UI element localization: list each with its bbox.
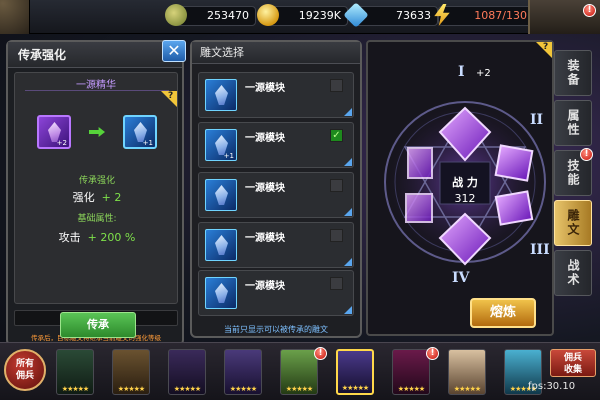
- gold-coin-icon: [257, 4, 279, 26]
- tab-equipment[interactable]: 装备: [554, 50, 592, 96]
- smelt-button[interactable]: 熔炼: [470, 298, 536, 328]
- menu-corner-button[interactable]: [0, 0, 30, 34]
- slot-numeral-1: I: [458, 64, 465, 80]
- source-rune-slot[interactable]: +2: [37, 115, 71, 149]
- module-crystal-icon: [205, 79, 237, 111]
- all-heroes-button[interactable]: 所有 佣兵: [4, 349, 46, 391]
- power-value: 312: [454, 192, 476, 205]
- wood-value: 253470: [207, 9, 249, 22]
- tab-runes[interactable]: 雕文: [554, 200, 592, 246]
- hero-portrait[interactable]: ★★★★★: [112, 349, 150, 395]
- corner-marker: [344, 208, 352, 216]
- gold-resource: 19239K: [257, 4, 348, 26]
- wood-icon: [165, 4, 187, 26]
- skills-notification-badge: !: [580, 148, 593, 161]
- inherit-detail-box: 一源精华 ? +2 +1 传承强化 强化 + 2 基础属性: 攻击 + 200 …: [14, 72, 178, 304]
- gold-value: 19239K: [298, 9, 341, 22]
- corner-marker: [344, 306, 352, 314]
- hero-collection-button[interactable]: 佣兵 收集: [550, 349, 596, 377]
- hero-portrait-selected[interactable]: ★★★★★: [336, 349, 374, 395]
- fps-counter: fps:30.10: [528, 381, 576, 392]
- module-checkbox[interactable]: [330, 79, 343, 92]
- top-right-menu-button[interactable]: !: [528, 0, 600, 34]
- module-crystal-icon: [205, 179, 237, 211]
- divider: [25, 90, 169, 91]
- energy-value: 1087/130: [474, 9, 527, 22]
- slot-numeral-3: III: [530, 242, 550, 258]
- inherit-enhance-panel: 传承强化 ✕ 一源精华 ? +2 +1 传承强化 强化 + 2 基础属性: 攻击…: [6, 40, 186, 346]
- energy-resource: 1087/130: [434, 4, 534, 26]
- gem-value: 73633: [396, 9, 431, 22]
- corner-marker: [344, 108, 352, 116]
- module-row[interactable]: +1 一源模块 ✓: [198, 122, 354, 168]
- module-label: 一源模块: [245, 83, 285, 94]
- inherit-button[interactable]: 传承: [60, 312, 136, 338]
- module-row[interactable]: 一源模块: [198, 270, 354, 316]
- target-level: +1: [142, 139, 153, 147]
- close-button[interactable]: ✕: [162, 40, 186, 62]
- strengthen-line: 强化 + 2: [72, 191, 122, 204]
- tab-tactics[interactable]: 战术: [554, 250, 592, 296]
- module-row[interactable]: 一源模块: [198, 222, 354, 268]
- hero-portrait[interactable]: ★★★★★: [168, 349, 206, 395]
- module-row[interactable]: 一源模块: [198, 72, 354, 118]
- module-checkbox[interactable]: [330, 277, 343, 290]
- module-checkbox[interactable]: [330, 179, 343, 192]
- power-label: 战 力: [452, 176, 478, 189]
- module-crystal-icon: [205, 229, 237, 261]
- wood-resource: 253470: [165, 4, 256, 26]
- module-crystal-icon: [205, 277, 237, 309]
- hero-portrait[interactable]: ★★★★★: [280, 349, 318, 395]
- hero-portrait[interactable]: ★★★★★: [224, 349, 262, 395]
- base-attribute-label: 基础属性:: [77, 214, 117, 224]
- module-label: 一源模块: [245, 233, 285, 244]
- rune-select-hint: 当前只显示可以被传承的雕文: [224, 325, 328, 334]
- source-level: +2: [56, 139, 67, 147]
- slot-numeral-4: IV: [452, 270, 470, 286]
- rune-select-panel: 雕文选择 一源模块 +1 一源模块 ✓ 一源模块 一源模块 一源模块 当前只显示…: [190, 40, 362, 338]
- corner-marker: [344, 158, 352, 166]
- help-icon[interactable]: ?: [161, 91, 177, 107]
- module-checkbox[interactable]: [330, 229, 343, 242]
- essence-name: 一源精华: [76, 80, 116, 91]
- hero-portrait[interactable]: ★★★★★: [56, 349, 94, 395]
- rune-circle: I +2 II III IV 战 力 312: [380, 64, 550, 294]
- module-crystal-icon: +1: [205, 129, 237, 161]
- rune-select-title: 雕文选择: [192, 42, 360, 64]
- hero-notification-badge: !: [314, 347, 327, 360]
- slot-1-level: +2: [476, 68, 491, 79]
- module-row[interactable]: 一源模块: [198, 172, 354, 218]
- hero-portrait[interactable]: ★★★★★: [392, 349, 430, 395]
- module-label: 一源模块: [245, 183, 285, 194]
- target-rune-slot[interactable]: +1: [123, 115, 157, 149]
- module-label: 一源模块: [245, 281, 285, 292]
- tab-attributes[interactable]: 属性: [554, 100, 592, 146]
- inherit-enhance-label: 传承强化: [78, 176, 115, 186]
- help-icon[interactable]: ?: [536, 42, 552, 58]
- module-label: 一源模块: [245, 133, 285, 144]
- corner-marker: [344, 258, 352, 266]
- slot-numeral-2: II: [530, 112, 544, 128]
- top-resource-bar: 253470 19239K 73633 1087/130 !: [0, 0, 600, 34]
- rune-circle-area: ? I +2 II III IV 战 力 312: [366, 40, 554, 336]
- hero-bar: 所有 佣兵 ★★★★★ ★★★★★ ★★★★★ ★★★★★ ★★★★★ ! ★★★…: [0, 342, 600, 400]
- hero-portrait[interactable]: ★★★★★: [448, 349, 486, 395]
- attack-line: 攻击 + 200 %: [58, 231, 136, 244]
- arrow-right-icon: [89, 127, 105, 137]
- inherit-panel-title: 传承强化: [8, 42, 182, 68]
- notification-badge: !: [583, 4, 596, 17]
- module-checkbox-checked[interactable]: ✓: [330, 129, 343, 142]
- hero-notification-badge: !: [426, 347, 439, 360]
- gem-resource: 73633: [343, 2, 438, 28]
